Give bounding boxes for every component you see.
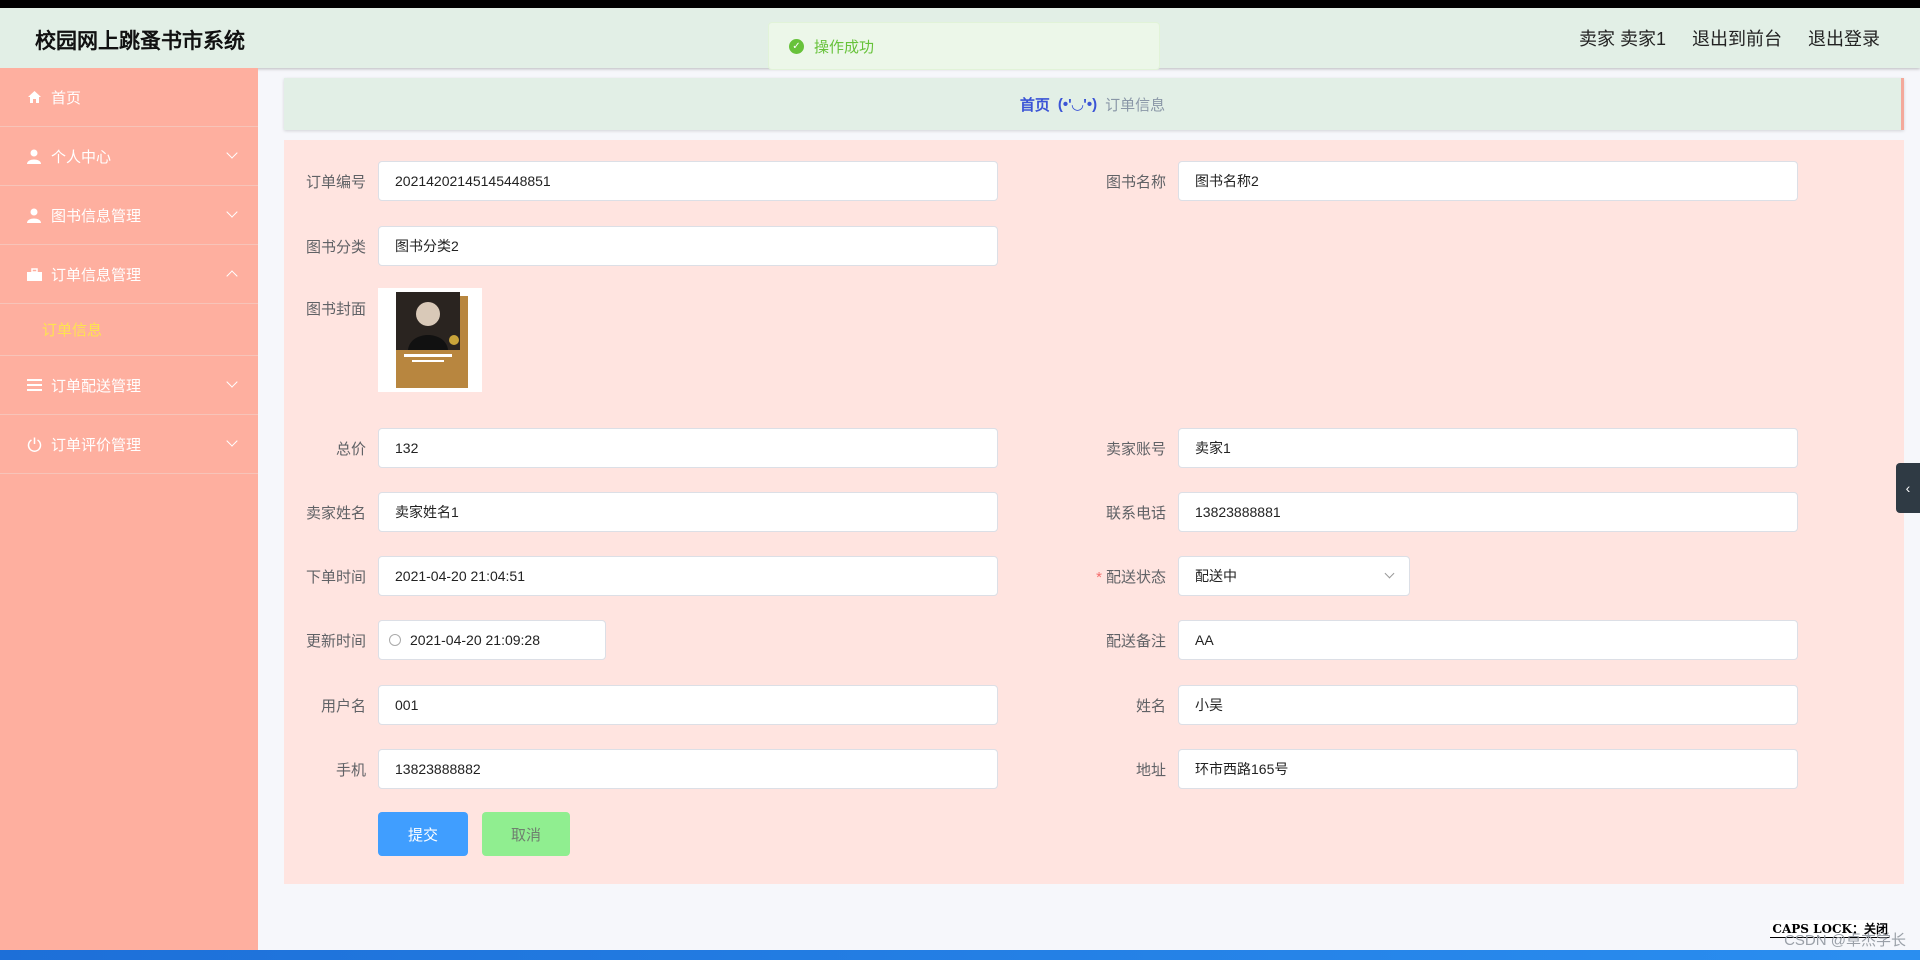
update-time-value: 2021-04-20 21:09:28 <box>410 632 540 648</box>
book-name-label: 图书名称 <box>1105 173 1166 191</box>
sidebar-item-label: 订单配送管理 <box>51 377 142 395</box>
chevron-down-icon <box>226 435 238 447</box>
name-label: 姓名 <box>1135 697 1166 715</box>
delivery-note-label: 配送备注 <box>1105 632 1166 650</box>
form-row: 用户名 001 姓名 小吴 <box>284 684 1798 726</box>
sidebar-item-label: 图书信息管理 <box>51 207 142 225</box>
briefcase-icon <box>25 266 43 282</box>
required-asterisk: * <box>1096 568 1102 586</box>
form-row: 图书分类 图书分类2 <box>284 225 998 267</box>
username-label: 用户名 <box>320 697 366 715</box>
name-input[interactable]: 小吴 <box>1178 685 1798 725</box>
chevron-left-icon: ‹ <box>1905 480 1911 496</box>
breadcrumb-current: 订单信息 <box>1105 96 1166 114</box>
panel-toggle-button[interactable]: ‹ <box>1896 463 1920 513</box>
chevron-down-icon <box>226 376 238 388</box>
order-no-input[interactable]: 20214202145145448851 <box>378 161 998 201</box>
delivery-status-label: * 配送状态 <box>998 566 1166 587</box>
header-actions: 卖家 卖家1 退出到前台 退出登录 <box>1579 25 1880 51</box>
success-toast: ✓ 操作成功 <box>768 22 1160 70</box>
taskbar-strip <box>0 950 1920 960</box>
seller-account-label: 卖家账号 <box>1105 440 1166 458</box>
contact-phone-label: 联系电话 <box>1105 504 1166 522</box>
sidebar-item-book-management[interactable]: 图书信息管理 <box>0 186 258 245</box>
sidebar-item-label: 个人中心 <box>51 148 112 166</box>
total-price-label: 总价 <box>335 440 366 458</box>
username-input[interactable]: 001 <box>378 685 998 725</box>
mobile-input[interactable]: 13823888882 <box>378 749 998 789</box>
user-icon <box>25 207 43 223</box>
update-time-label: 更新时间 <box>305 632 366 650</box>
seller-account-input[interactable]: 卖家1 <box>1178 428 1798 468</box>
sidebar-item-home[interactable]: 首页 <box>0 68 258 127</box>
form-row: 总价 132 卖家账号 卖家1 <box>284 427 1798 469</box>
chevron-down-icon <box>226 147 238 159</box>
book-cover-label: 图书封面 <box>305 301 366 318</box>
app-window: 校园网上跳蚤书市系统 卖家 卖家1 退出到前台 退出登录 ✓ 操作成功 首页 个… <box>0 8 1920 950</box>
sidebar-item-label: 订单评价管理 <box>51 436 142 454</box>
chevron-up-icon <box>226 270 238 282</box>
contact-phone-input[interactable]: 13823888881 <box>1178 492 1798 532</box>
book-name-input[interactable]: 图书名称2 <box>1178 161 1798 201</box>
sidebar-item-delivery-management[interactable]: 订单配送管理 <box>0 356 258 415</box>
power-icon <box>25 436 43 452</box>
seller-name-input[interactable]: 卖家姓名1 <box>378 492 998 532</box>
delivery-note-input[interactable]: AA <box>1178 620 1798 660</box>
breadcrumb-separator: (•'◡'•) <box>1057 96 1098 113</box>
book-category-input[interactable]: 图书分类2 <box>378 226 998 266</box>
clock-icon <box>389 634 401 646</box>
form-row: 手机 13823888882 地址 环市西路165号 <box>284 748 1798 790</box>
mobile-label: 手机 <box>335 761 366 779</box>
order-no-label: 订单编号 <box>305 173 366 191</box>
chevron-down-icon <box>1384 568 1395 579</box>
user-icon <box>25 148 43 164</box>
sidebar-item-personal-center[interactable]: 个人中心 <box>0 127 258 186</box>
app-title: 校园网上跳蚤书市系统 <box>35 30 245 53</box>
cancel-button[interactable]: 取消 <box>482 812 570 856</box>
update-time-picker[interactable]: 2021-04-20 21:09:28 <box>378 620 606 660</box>
check-circle-icon: ✓ <box>789 38 804 54</box>
total-price-input[interactable]: 132 <box>378 428 998 468</box>
exit-to-front-link[interactable]: 退出到前台 <box>1692 25 1782 51</box>
address-input[interactable]: 环市西路165号 <box>1178 749 1798 789</box>
breadcrumb: 首页 (•'◡'•) 订单信息 <box>284 78 1904 130</box>
form-row: 更新时间 2021-04-20 21:09:28 配送备注 AA <box>284 619 1798 661</box>
book-cover-image[interactable] <box>378 288 482 392</box>
home-icon <box>25 89 43 105</box>
chevron-down-icon <box>226 206 238 218</box>
form-row: 订单编号 20214202145145448851 图书名称 图书名称2 <box>284 160 1798 202</box>
form-row: 下单时间 2021-04-20 21:04:51 * 配送状态 配送中 <box>284 555 1410 597</box>
current-user: 卖家 卖家1 <box>1578 29 1666 49</box>
toast-message: 操作成功 <box>814 38 875 56</box>
sidebar-subitem-order-info[interactable]: 订单信息 <box>0 304 258 356</box>
order-time-input[interactable]: 2021-04-20 21:04:51 <box>378 556 998 596</box>
submit-button[interactable]: 提交 <box>378 812 468 856</box>
order-form: 订单编号 20214202145145448851 图书名称 图书名称2 图书分… <box>284 140 1904 884</box>
form-row: 卖家姓名 卖家姓名1 联系电话 13823888881 <box>284 491 1798 533</box>
sidebar-item-label: 首页 <box>51 89 82 107</box>
seller-name-label: 卖家姓名 <box>305 504 366 522</box>
book-category-label: 图书分类 <box>305 238 366 256</box>
sidebar: 首页 个人中心 图书信息管理 订单信息管理 订单信息 订单配送管理 订单评价管理 <box>0 68 258 950</box>
delivery-status-label-text: 配送状态 <box>1105 568 1166 586</box>
watermark-text: CSDN @卓杰学长 <box>1784 932 1906 949</box>
logout-link[interactable]: 退出登录 <box>1808 25 1880 51</box>
sidebar-item-review-management[interactable]: 订单评价管理 <box>0 415 258 474</box>
order-time-label: 下单时间 <box>305 568 366 586</box>
delivery-status-value: 配送中 <box>1195 568 1237 584</box>
breadcrumb-home-link[interactable]: 首页 <box>1020 94 1050 115</box>
address-label: 地址 <box>1135 761 1166 779</box>
list-icon <box>25 377 43 393</box>
sidebar-item-order-management[interactable]: 订单信息管理 <box>0 245 258 304</box>
sidebar-item-label: 订单信息管理 <box>51 266 142 284</box>
delivery-status-select[interactable]: 配送中 <box>1178 556 1410 596</box>
